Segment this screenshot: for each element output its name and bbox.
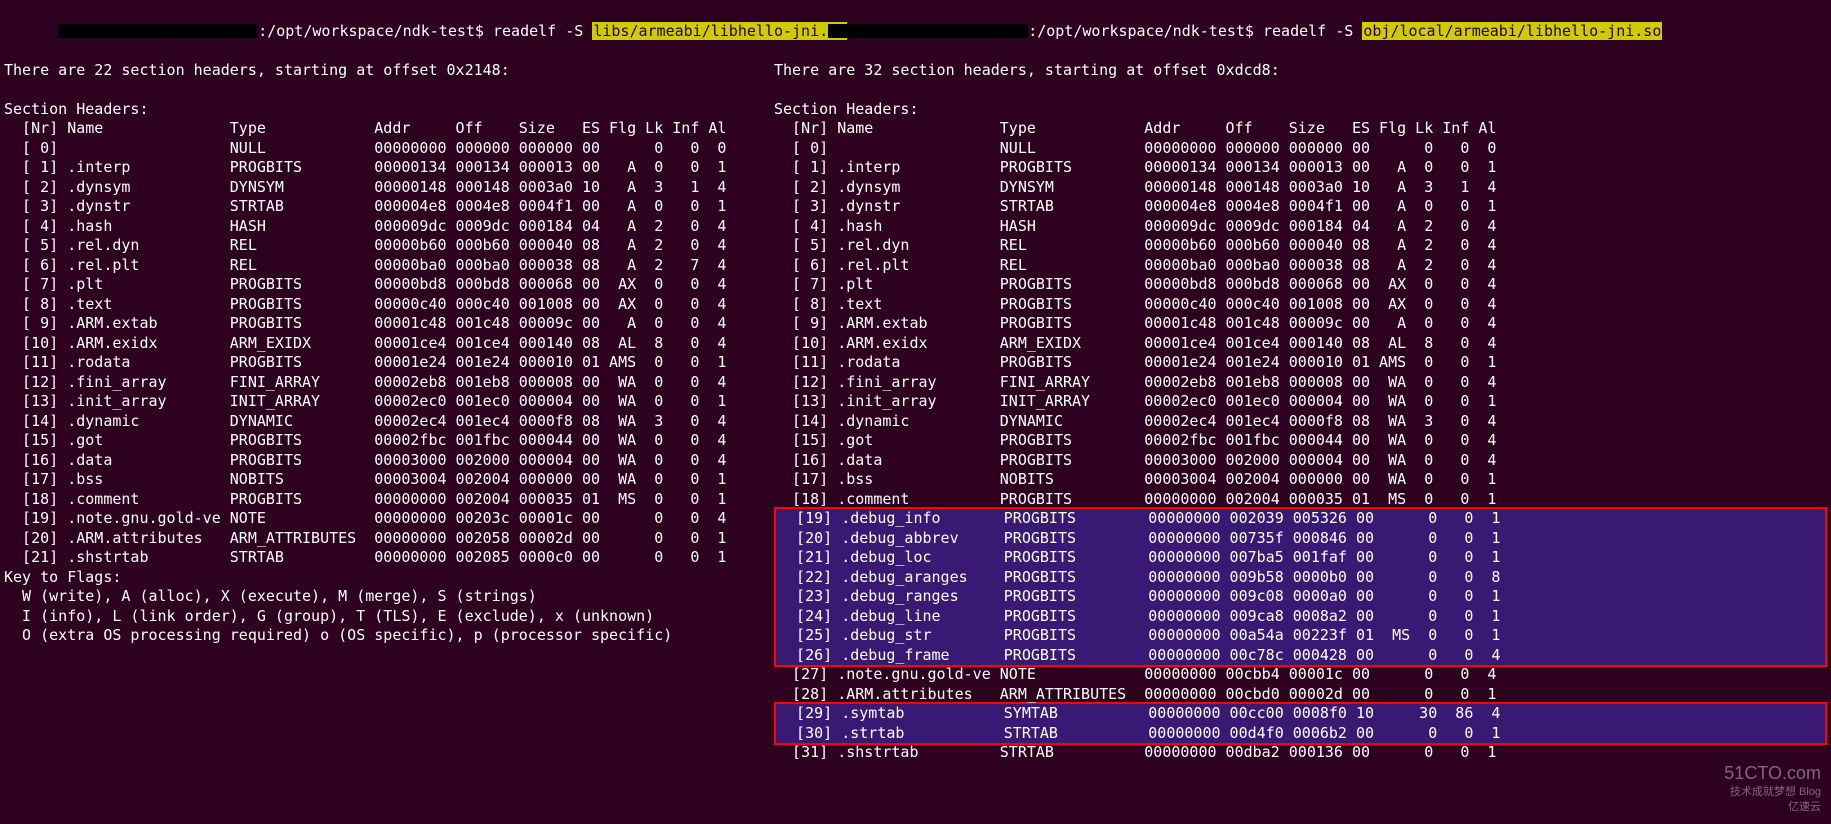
table-row: [15] .got PROGBITS 00002fbc 001fbc 00004… (4, 431, 766, 451)
table-row: [17] .bss NOBITS 00003004 002004 000000 … (4, 470, 766, 490)
table-row: [29] .symtab SYMTAB 00000000 00cc00 0008… (776, 704, 1825, 724)
symtab-sections-highlight-box: [29] .symtab SYMTAB 00000000 00cc00 0008… (774, 702, 1827, 745)
table-row: [17] .bss NOBITS 00003004 002004 000000 … (774, 470, 1827, 490)
table-row: [ 3] .dynstr STRTAB 000004e8 0004e8 0004… (4, 197, 766, 217)
watermark-main: 51CTO.com (1724, 762, 1821, 785)
table-row: [10] .ARM.exidx ARM_EXIDX 00001ce4 001ce… (774, 334, 1827, 354)
table-row: [16] .data PROGBITS 00003000 002000 0000… (4, 451, 766, 471)
table-row: [22] .debug_aranges PROGBITS 00000000 00… (776, 568, 1825, 588)
left-terminal-pane[interactable]: :/opt/workspace/ndk-test$ readelf -S lib… (0, 0, 770, 824)
table-row: [12] .fini_array FINI_ARRAY 00002eb8 001… (4, 373, 766, 393)
table-row: [ 6] .rel.plt REL 00000ba0 000ba0 000038… (4, 256, 766, 276)
table-row: [ 9] .ARM.extab PROGBITS 00001c48 001c48… (4, 314, 766, 334)
left-summary: There are 22 section headers, starting a… (4, 61, 766, 81)
table-row: [ 5] .rel.dyn REL 00000b60 000b60 000040… (4, 236, 766, 256)
table-row: [13] .init_array INIT_ARRAY 00002ec0 001… (774, 392, 1827, 412)
right-prompt-line: :/opt/workspace/ndk-test$ readelf -S obj… (774, 2, 1827, 61)
table-row: [ 9] .ARM.extab PROGBITS 00001c48 001c48… (774, 314, 1827, 334)
table-row: [ 6] .rel.plt REL 00000ba0 000ba0 000038… (774, 256, 1827, 276)
table-row: [11] .rodata PROGBITS 00001e24 001e24 00… (774, 353, 1827, 373)
table-row: [24] .debug_line PROGBITS 00000000 009ca… (776, 607, 1825, 627)
table-row: [ 0] NULL 00000000 000000 000000 00 0 0 … (774, 139, 1827, 159)
table-row: [ 2] .dynsym DYNSYM 00000148 000148 0003… (774, 178, 1827, 198)
right-prompt-path: :/opt/workspace/ndk-test$ (1028, 22, 1263, 40)
table-row: [ 5] .rel.dyn REL 00000b60 000b60 000040… (774, 236, 1827, 256)
table-row: [ 0] NULL 00000000 000000 000000 00 0 0 … (4, 139, 766, 159)
table-row: [20] .debug_abbrev PROGBITS 00000000 007… (776, 529, 1825, 549)
left-prompt-line: :/opt/workspace/ndk-test$ readelf -S lib… (4, 2, 766, 61)
table-row: [27] .note.gnu.gold-ve NOTE 00000000 00c… (774, 665, 1827, 685)
table-row: [ 1] .interp PROGBITS 00000134 000134 00… (774, 158, 1827, 178)
table-row: [18] .comment PROGBITS 00000000 002004 0… (4, 490, 766, 510)
left-section-heading: Section Headers: (4, 100, 766, 120)
table-row: [ 1] .interp PROGBITS 00000134 000134 00… (4, 158, 766, 178)
right-rows-mid: [27] .note.gnu.gold-ve NOTE 00000000 00c… (774, 665, 1827, 704)
right-file-arg: obj/local/armeabi/libhello-jni.so (1362, 22, 1662, 40)
table-row: [13] .init_array INIT_ARRAY 00002ec0 001… (4, 392, 766, 412)
table-row: [ 8] .text PROGBITS 00000c40 000c40 0010… (774, 295, 1827, 315)
table-row: I (info), L (link order), G (group), T (… (4, 607, 766, 627)
table-row: [ 3] .dynstr STRTAB 000004e8 0004e8 0004… (774, 197, 1827, 217)
table-row: [31] .shstrtab STRTAB 00000000 00dba2 00… (774, 743, 1827, 763)
table-row: [ 8] .text PROGBITS 00000c40 000c40 0010… (4, 295, 766, 315)
table-row: [12] .fini_array FINI_ARRAY 00002eb8 001… (774, 373, 1827, 393)
blank-line (4, 80, 766, 100)
table-row: O (extra OS processing required) o (OS s… (4, 626, 766, 646)
right-rows-bottom: [31] .shstrtab STRTAB 00000000 00dba2 00… (774, 743, 1827, 763)
terminal-split-view: :/opt/workspace/ndk-test$ readelf -S lib… (0, 0, 1831, 824)
left-prompt-path: :/opt/workspace/ndk-test$ (258, 22, 493, 40)
table-row: [16] .data PROGBITS 00003000 002000 0000… (774, 451, 1827, 471)
table-row: [ 7] .plt PROGBITS 00000bd8 000bd8 00006… (4, 275, 766, 295)
watermark: 51CTO.com 技术成就梦想 Blog 亿速云 (1724, 762, 1821, 814)
table-row: [21] .shstrtab STRTAB 00000000 002085 00… (4, 548, 766, 568)
left-key-lines: W (write), A (alloc), X (execute), M (me… (4, 587, 766, 646)
table-row: [20] .ARM.attributes ARM_ATTRIBUTES 0000… (4, 529, 766, 549)
redacted-user-host (58, 24, 258, 38)
right-terminal-pane[interactable]: :/opt/workspace/ndk-test$ readelf -S obj… (770, 0, 1831, 824)
table-row: [25] .debug_str PROGBITS 00000000 00a54a… (776, 626, 1825, 646)
table-row: [19] .debug_info PROGBITS 00000000 00203… (776, 509, 1825, 529)
table-row: [ 4] .hash HASH 000009dc 0009dc 000184 0… (4, 217, 766, 237)
left-section-rows: [ 0] NULL 00000000 000000 000000 00 0 0 … (4, 139, 766, 568)
table-row: [23] .debug_ranges PROGBITS 00000000 009… (776, 587, 1825, 607)
left-key-heading: Key to Flags: (4, 568, 766, 588)
debug-sections-highlight-box: [19] .debug_info PROGBITS 00000000 00203… (774, 507, 1827, 667)
right-section-heading: Section Headers: (774, 100, 1827, 120)
right-summary: There are 32 section headers, starting a… (774, 61, 1827, 81)
left-columns-header: [Nr] Name Type Addr Off Size ES Flg Lk I… (4, 119, 766, 139)
table-row: [14] .dynamic DYNAMIC 00002ec4 001ec4 00… (774, 412, 1827, 432)
right-columns-header: [Nr] Name Type Addr Off Size ES Flg Lk I… (774, 119, 1827, 139)
table-row: [30] .strtab STRTAB 00000000 00d4f0 0006… (776, 724, 1825, 744)
table-row: [21] .debug_loc PROGBITS 00000000 007ba5… (776, 548, 1825, 568)
left-command: readelf -S (493, 22, 592, 40)
redacted-user-host (828, 24, 1028, 38)
blank-line (774, 80, 1827, 100)
table-row: [14] .dynamic DYNAMIC 00002ec4 001ec4 00… (4, 412, 766, 432)
table-row: [ 4] .hash HASH 000009dc 0009dc 000184 0… (774, 217, 1827, 237)
table-row: [ 2] .dynsym DYNSYM 00000148 000148 0003… (4, 178, 766, 198)
right-command: readelf -S (1263, 22, 1362, 40)
table-row: [10] .ARM.exidx ARM_EXIDX 00001ce4 001ce… (4, 334, 766, 354)
watermark-sub: 技术成就梦想 Blog (1724, 785, 1821, 799)
table-row: [19] .note.gnu.gold-ve NOTE 00000000 002… (4, 509, 766, 529)
table-row: W (write), A (alloc), X (execute), M (me… (4, 587, 766, 607)
table-row: [11] .rodata PROGBITS 00001e24 001e24 00… (4, 353, 766, 373)
table-row: [ 7] .plt PROGBITS 00000bd8 000bd8 00006… (774, 275, 1827, 295)
right-rows-top: [ 0] NULL 00000000 000000 000000 00 0 0 … (774, 139, 1827, 510)
table-row: [15] .got PROGBITS 00002fbc 001fbc 00004… (774, 431, 1827, 451)
table-row: [26] .debug_frame PROGBITS 00000000 00c7… (776, 646, 1825, 666)
watermark-brand: 亿速云 (1724, 800, 1821, 814)
